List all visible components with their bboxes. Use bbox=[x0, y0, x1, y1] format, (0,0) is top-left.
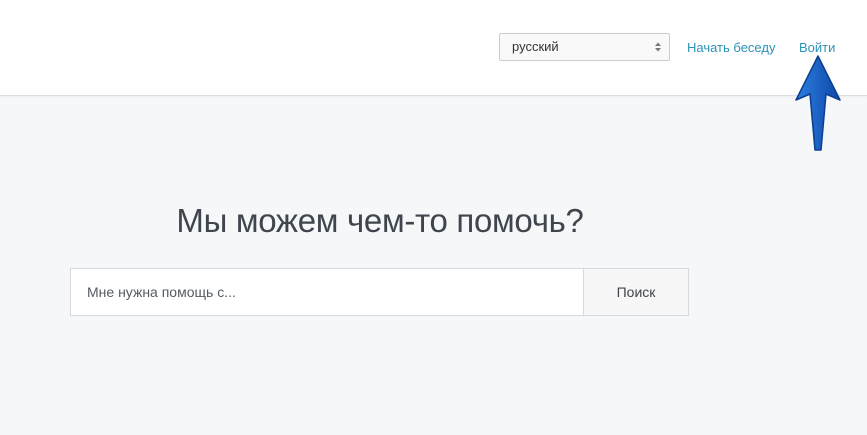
language-select-value: русский bbox=[512, 39, 559, 54]
annotation-arrow-icon bbox=[795, 55, 841, 151]
search-button[interactable]: Поиск bbox=[583, 269, 688, 315]
page-title: Мы можем чем-то помочь? bbox=[176, 202, 584, 239]
search-input[interactable] bbox=[71, 269, 583, 315]
language-select[interactable]: русский bbox=[499, 33, 670, 61]
select-arrows-icon bbox=[655, 42, 661, 52]
search-bar: Поиск bbox=[70, 268, 689, 316]
top-header: русский Начать беседу Войти bbox=[0, 0, 867, 96]
start-chat-link[interactable]: Начать беседу bbox=[687, 40, 775, 56]
